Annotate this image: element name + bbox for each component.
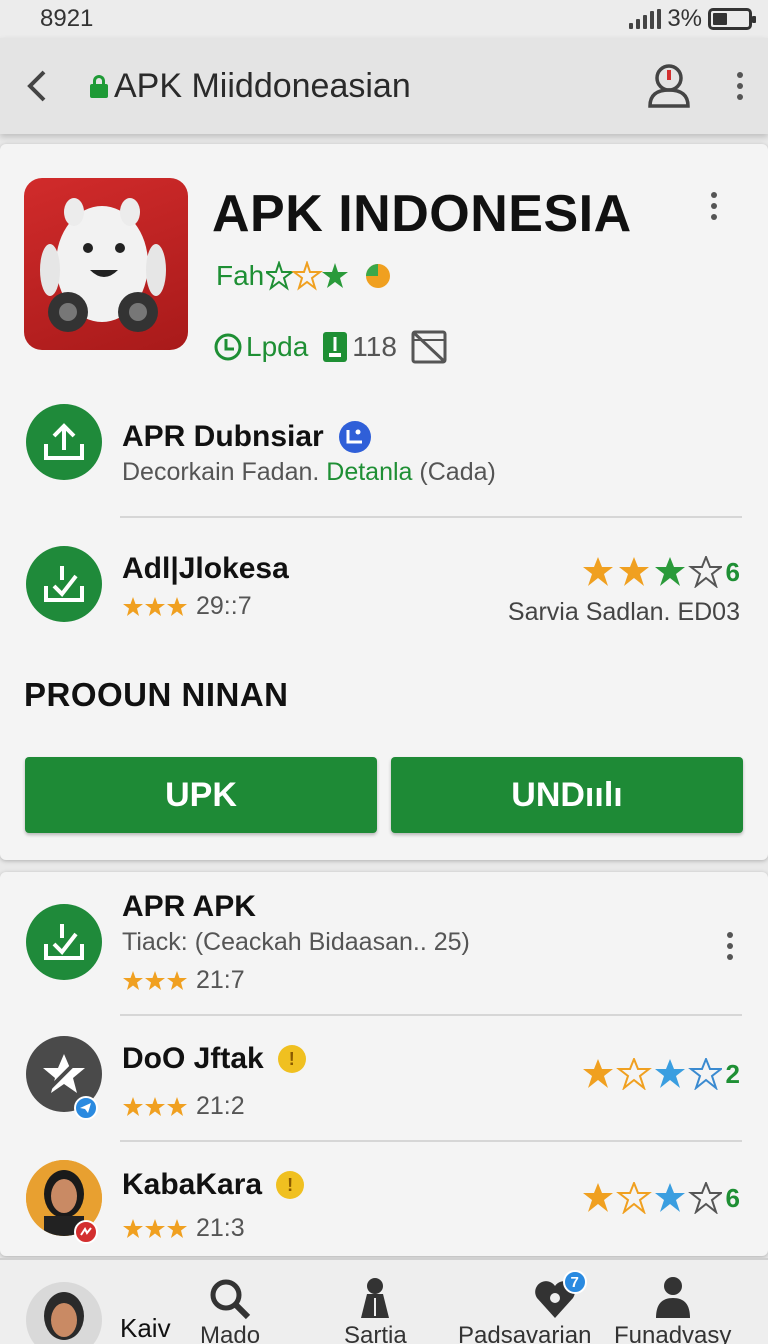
three-stars-icon bbox=[123, 596, 187, 616]
no-ads-icon bbox=[411, 330, 447, 364]
warning-badge-icon: ! bbox=[276, 1171, 305, 1199]
app-bar: APK Miiddoneasian bbox=[0, 38, 768, 134]
nav-label: Mado bbox=[200, 1322, 261, 1344]
item-menu-button[interactable] bbox=[702, 932, 758, 960]
nav-account[interactable]: Funadvasy bbox=[614, 1276, 731, 1344]
rating-stars-icon bbox=[582, 1182, 722, 1214]
account-alert-icon bbox=[648, 64, 690, 108]
list-item-subtitle: Decorkain Fadan. Detanla (Cada) bbox=[122, 458, 496, 487]
list-item-title: APR Dubnsiar bbox=[122, 420, 372, 454]
profile-name: Kaiv bbox=[120, 1312, 171, 1343]
app-title: APK INDONESIA bbox=[212, 185, 632, 243]
list-item-title: APR APK bbox=[122, 890, 256, 923]
detail-link[interactable]: Detanla bbox=[326, 458, 412, 486]
three-stars-icon bbox=[123, 970, 187, 990]
nav-favorites[interactable]: 7 Padsavarian bbox=[458, 1270, 591, 1344]
person-icon bbox=[361, 1278, 390, 1318]
upload-icon bbox=[26, 404, 102, 480]
section-title: PROOUN NINAN bbox=[24, 676, 289, 713]
profile-avatar bbox=[26, 1282, 102, 1344]
battery-percent: 3% bbox=[667, 5, 702, 32]
rating-value: 29::7 bbox=[196, 592, 252, 620]
back-arrow-icon bbox=[27, 70, 46, 102]
star-rating: 6 bbox=[582, 1182, 740, 1214]
download-button[interactable]: UNDıılı bbox=[391, 757, 743, 833]
star-rating: 2 bbox=[582, 1058, 740, 1090]
signal-icon bbox=[629, 9, 662, 29]
list-item-title-text: DoO Jftak bbox=[122, 1042, 264, 1075]
status-bar: 8921 3% bbox=[0, 0, 768, 38]
back-button[interactable] bbox=[0, 68, 76, 104]
update-info: Lpda bbox=[214, 331, 308, 363]
list-item-rating: 21:3 bbox=[122, 1214, 245, 1243]
nav-label: Padsavarian bbox=[458, 1322, 592, 1344]
list-item-rating: 21:2 bbox=[122, 1092, 245, 1121]
rating-count: 6 bbox=[725, 1182, 740, 1213]
notification-badge: 7 bbox=[562, 1270, 587, 1294]
three-stars-icon bbox=[123, 1096, 187, 1116]
download-count-value: 118 bbox=[352, 331, 397, 362]
rating-value: 21:3 bbox=[196, 1214, 245, 1242]
warning-badge-icon: ! bbox=[277, 1045, 306, 1073]
app-subtitle-text: Fah bbox=[216, 260, 265, 291]
nav-label: Funadvasy bbox=[614, 1322, 732, 1344]
lock-icon bbox=[90, 75, 108, 98]
search-icon bbox=[210, 1279, 251, 1320]
rating-stars-icon bbox=[266, 261, 391, 291]
red-badge-icon bbox=[74, 1220, 98, 1244]
nav-search[interactable]: Mado bbox=[200, 1278, 260, 1344]
list-item-title-text: KabaKara bbox=[122, 1168, 263, 1201]
list-item-title: Adl|Jlokesa bbox=[122, 552, 289, 585]
nav-label: Sartia bbox=[344, 1322, 407, 1344]
subtitle-text: Decorkain Fadan. bbox=[122, 458, 320, 486]
app-icon bbox=[24, 178, 188, 350]
list-item-meta: Sarvia Sadlan. ED03 bbox=[507, 598, 740, 626]
star-rating: 6 bbox=[582, 556, 740, 588]
divider bbox=[120, 1140, 742, 1142]
rating-stars-icon bbox=[582, 556, 722, 588]
download-count: 118 bbox=[322, 331, 397, 363]
list-item-title: DoO Jftak ! bbox=[122, 1042, 306, 1076]
three-stars-icon bbox=[123, 1218, 187, 1238]
verified-icon bbox=[338, 421, 371, 453]
app-menu-button[interactable] bbox=[686, 192, 742, 220]
subtitle-extra: (Cada) bbox=[419, 458, 496, 486]
app-subtitle: Fah bbox=[216, 260, 396, 292]
app-list-card: APR APK Tiack: (Ceackah Bidaasan.. 25) 2… bbox=[0, 872, 768, 1256]
nav-person[interactable]: Sartia bbox=[344, 1276, 407, 1344]
bottom-navigation: Kaiv Mado Sartia 7 Padsavarian Funadvasy bbox=[0, 1258, 768, 1344]
list-item-title: KabaKara ! bbox=[122, 1168, 305, 1202]
account-button[interactable] bbox=[626, 62, 712, 110]
list-item-rating: 29::7 bbox=[122, 592, 252, 621]
download-check-icon bbox=[26, 546, 102, 622]
download-check-icon bbox=[26, 904, 102, 980]
clock-icon bbox=[214, 333, 242, 361]
rating-value: 21:7 bbox=[196, 966, 245, 994]
telegram-badge-icon bbox=[74, 1096, 98, 1120]
list-item-rating: 21:7 bbox=[122, 966, 245, 995]
file-download-icon bbox=[323, 332, 348, 362]
app-detail-card: APK INDONESIA Fah Lpda 118 APR Dubnsiar bbox=[0, 144, 768, 860]
status-icons: 3% bbox=[629, 5, 756, 33]
account-icon bbox=[655, 1277, 690, 1318]
update-label: Lpda bbox=[246, 331, 309, 362]
divider bbox=[120, 1014, 742, 1016]
nav-profile[interactable]: Kaiv bbox=[26, 1282, 171, 1344]
app-bar-title: APK Miiddoneasian bbox=[76, 67, 626, 106]
rating-count: 6 bbox=[725, 556, 740, 587]
app-meta: Lpda 118 bbox=[214, 330, 447, 364]
list-item-title-text: APR Dubnsiar bbox=[122, 420, 324, 453]
status-time: 8921 bbox=[40, 5, 94, 32]
upk-button[interactable]: UPK bbox=[25, 757, 377, 833]
rating-count: 2 bbox=[725, 1058, 740, 1089]
divider bbox=[120, 516, 742, 518]
list-item-subtitle: Tiack: (Ceackah Bidaasan.. 25) bbox=[122, 928, 470, 956]
rating-value: 21:2 bbox=[196, 1092, 245, 1120]
rating-stars-icon bbox=[582, 1058, 722, 1090]
battery-icon bbox=[708, 8, 756, 30]
overflow-menu-button[interactable] bbox=[712, 72, 768, 100]
app-bar-title-text: APK Miiddoneasian bbox=[114, 66, 411, 105]
